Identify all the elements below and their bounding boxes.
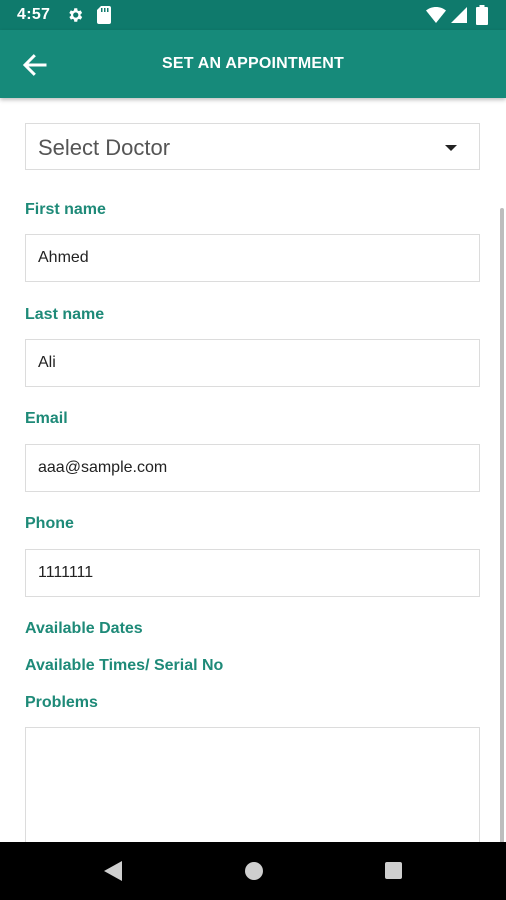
page-title: SET AN APPOINTMENT — [162, 55, 344, 72]
doctor-select-value: Select Doctor — [38, 135, 171, 160]
scrollbar[interactable] — [500, 208, 504, 842]
available-times-label: Available Times/ Serial No — [25, 657, 224, 674]
email-field[interactable] — [25, 444, 480, 492]
problems-label: Problems — [25, 694, 98, 711]
nav-home-icon[interactable] — [245, 862, 263, 880]
gear-icon — [69, 8, 83, 22]
phone-label: Phone — [25, 515, 74, 532]
appointment-screen: 4:57 SET AN APPOINTMENT Select Doctor Fi… — [0, 0, 506, 900]
navigation-bar — [0, 842, 506, 900]
nav-back-icon[interactable] — [104, 861, 122, 881]
last-name-field[interactable] — [25, 339, 480, 387]
appointment-form: Select Doctor First name Last name Email… — [0, 98, 506, 842]
email-label: Email — [25, 410, 68, 427]
battery-icon — [476, 5, 488, 25]
last-name-label: Last name — [25, 306, 105, 323]
problems-field[interactable] — [25, 727, 480, 842]
sd-card-icon — [97, 6, 111, 24]
phone-field[interactable] — [25, 549, 480, 597]
first-name-label: First name — [25, 201, 106, 218]
doctor-select[interactable]: Select Doctor — [25, 123, 480, 170]
available-dates-label: Available Dates — [25, 620, 143, 637]
first-name-field[interactable] — [25, 234, 480, 282]
nav-recents-icon[interactable] — [385, 862, 402, 879]
signal-icon — [451, 7, 467, 23]
app-bar: SET AN APPOINTMENT — [0, 30, 506, 98]
status-time: 4:57 — [17, 6, 51, 23]
wifi-icon — [426, 7, 446, 23]
dropdown-arrow-icon — [445, 145, 457, 151]
status-bar: 4:57 — [0, 0, 506, 30]
